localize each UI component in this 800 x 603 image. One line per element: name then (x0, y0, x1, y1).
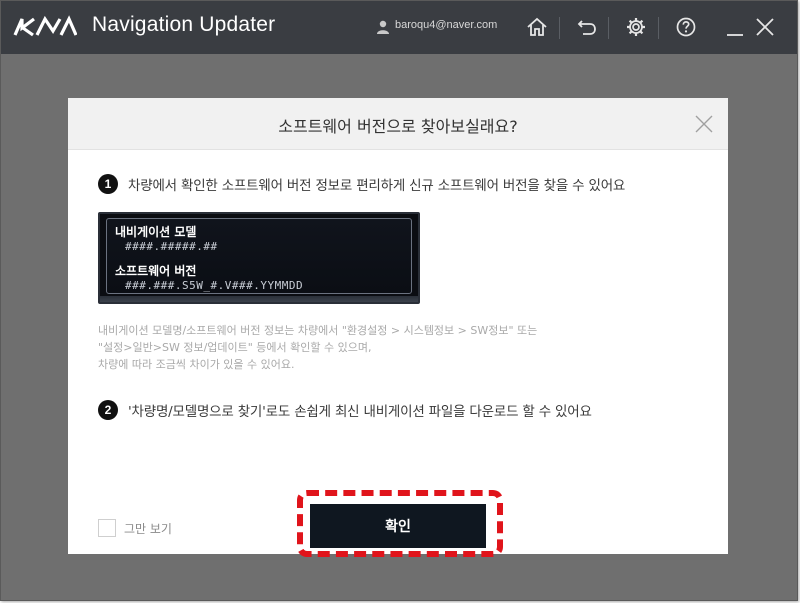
note-line: 내비게이션 모델명/소프트웨어 버전 정보는 차량에서 "환경설정 > 시스템정… (98, 324, 538, 337)
close-icon (756, 18, 774, 36)
help-icon (676, 17, 696, 37)
kia-logo (13, 15, 77, 37)
step-number-badge: 1 (98, 174, 118, 194)
note-line: 차량에 따라 조금씩 차이가 있을 수 있어요. (98, 358, 295, 371)
step-2-text: '차량명/모델명으로 찾기'로도 손쉽게 최신 내비게이션 파일을 다운로드 할… (128, 404, 592, 420)
sample-version-label: 소프트웨어 버전 (115, 264, 197, 278)
home-button[interactable] (524, 13, 550, 41)
sample-screen-panel: 내비게이션 모델 ####.#####.## 소프트웨어 버전 ###.###.… (106, 218, 412, 294)
dialog-header: 소프트웨어 버전으로 찾아보실래요? (68, 98, 728, 150)
settings-button[interactable] (623, 13, 649, 41)
back-button[interactable] (574, 13, 600, 41)
toolbar-divider (658, 17, 659, 39)
version-info-note: 내비게이션 모델명/소프트웨어 버전 정보는 차량에서 "환경설정 > 시스템정… (98, 322, 658, 373)
app-window: Navigation Updater baroqu4@naver.com 소프트… (0, 0, 798, 601)
step-1-text: 차량에서 확인한 소프트웨어 버전 정보로 편리하게 신규 소프트웨어 버전을 … (128, 178, 626, 194)
sample-model-value: ####.#####.## (125, 240, 218, 253)
sample-version-screen: 내비게이션 모델 ####.#####.## 소프트웨어 버전 ###.###.… (98, 212, 420, 304)
step-number-badge: 2 (98, 400, 118, 420)
settings-icon (627, 18, 645, 36)
dialog-title: 소프트웨어 버전으로 찾아보실래요? (278, 117, 518, 136)
minimize-button[interactable] (722, 13, 748, 41)
title-bar: Navigation Updater baroqu4@naver.com (1, 1, 797, 54)
sample-screen-bezel (100, 296, 418, 302)
step-2: 2 '차량명/모델명으로 찾기'로도 손쉽게 최신 내비게이션 파일을 다운로드… (98, 400, 592, 420)
step-1: 1 차량에서 확인한 소프트웨어 버전 정보로 편리하게 신규 소프트웨어 버전… (98, 174, 625, 194)
dont-show-again-option[interactable]: 그만 보기 (98, 519, 172, 537)
user-icon (377, 20, 389, 34)
dont-show-again-label: 그만 보기 (124, 521, 172, 536)
sample-version-value: ###.###.S5W_#.V###.YYMMDD (125, 279, 304, 292)
dont-show-again-checkbox[interactable] (98, 519, 116, 537)
version-search-dialog: 소프트웨어 버전으로 찾아보실래요? 1 차량에서 확인한 소프트웨어 버전 정… (68, 98, 728, 554)
help-button[interactable] (673, 13, 699, 41)
toolbar-divider (559, 17, 560, 39)
dialog-close-icon[interactable] (694, 114, 714, 134)
app-title: Navigation Updater (92, 13, 276, 36)
toolbar-divider (608, 17, 609, 39)
close-window-button[interactable] (752, 13, 778, 41)
user-email: baroqu4@naver.com (395, 19, 498, 31)
note-line: "설정>일반>SW 정보/업데이트" 등에서 확인할 수 있으며, (98, 341, 372, 354)
minimize-icon (727, 34, 743, 36)
sample-model-label: 내비게이션 모델 (115, 225, 197, 239)
back-icon (577, 20, 596, 35)
home-icon (527, 17, 547, 36)
confirm-button[interactable]: 확인 (310, 504, 486, 548)
